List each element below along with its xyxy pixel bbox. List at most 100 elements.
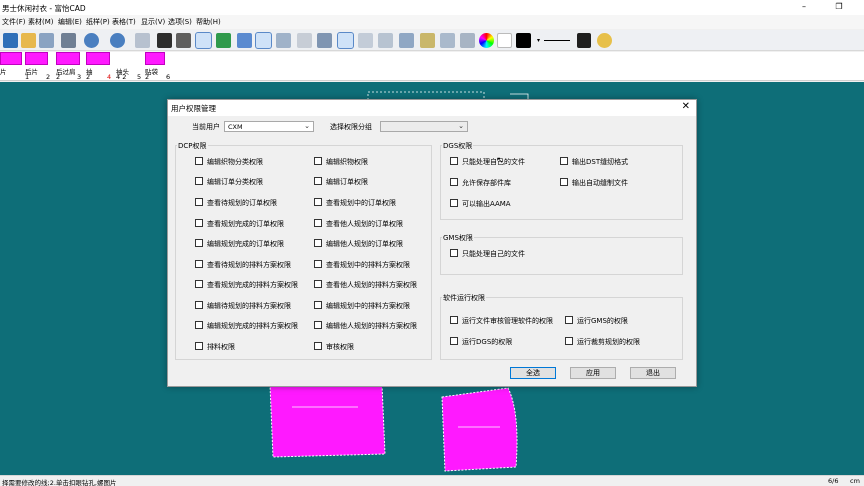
piece-swatch[interactable] bbox=[56, 52, 80, 65]
ruler-icon[interactable] bbox=[276, 33, 291, 48]
current-user-value: CXM bbox=[228, 123, 243, 131]
fold-icon[interactable] bbox=[460, 33, 475, 48]
checkbox-label: 输出自动缝制文件 bbox=[572, 179, 628, 187]
checkbox-label: 编辑待规划的排料方案权限 bbox=[207, 302, 291, 310]
checkbox-label: 查看待规划的订单权限 bbox=[207, 199, 277, 207]
title-bar: 男士休闲衬衣 - 富怡CAD – ❐ bbox=[0, 0, 864, 15]
checkbox-label: 编辑织物权限 bbox=[326, 158, 368, 166]
select-all-button[interactable]: 全选 bbox=[510, 367, 556, 379]
help-icon[interactable] bbox=[597, 33, 612, 48]
exit-button[interactable]: 退出 bbox=[630, 367, 676, 379]
white-swatch-icon[interactable] bbox=[497, 33, 512, 48]
style-icon[interactable] bbox=[216, 33, 231, 48]
measure-icon[interactable] bbox=[135, 33, 150, 48]
piece-count: 4 2 bbox=[116, 73, 127, 81]
menu-options[interactable]: 选项(S) bbox=[168, 17, 192, 27]
software-group-title: 软件运行权限 bbox=[442, 293, 486, 303]
gms-group-title: GMS权限 bbox=[442, 233, 474, 243]
menu-pattern[interactable]: 纸样(P) bbox=[86, 17, 110, 27]
checkbox-label: 查看规划中的排料方案权限 bbox=[326, 261, 410, 269]
apply-button[interactable]: 应用 bbox=[570, 367, 616, 379]
open-file-icon[interactable] bbox=[21, 33, 36, 48]
piece-swatch[interactable] bbox=[0, 52, 22, 65]
unit-indicator: cm bbox=[850, 477, 860, 485]
piece-swatch[interactable] bbox=[86, 52, 110, 65]
new-file-icon[interactable] bbox=[3, 33, 18, 48]
mouse-cursor-icon: ↖ bbox=[496, 156, 504, 166]
pattern-piece-pocket bbox=[441, 387, 518, 472]
color-wheel-icon[interactable] bbox=[479, 33, 494, 48]
toolbar: ▾ bbox=[0, 30, 864, 51]
dimension-icon[interactable] bbox=[317, 33, 332, 48]
status-bar: 择需要修改的线;2.单击扣眼钻孔,螺图片 6/6 cm bbox=[0, 475, 864, 486]
line-style-icon[interactable] bbox=[544, 40, 570, 41]
seam-icon[interactable] bbox=[440, 33, 455, 48]
dgs-group-title: DGS权限 bbox=[442, 141, 474, 151]
checkbox-label: 只能处理自己的文件 bbox=[462, 250, 525, 258]
grid-icon[interactable] bbox=[176, 33, 191, 48]
curve-icon[interactable] bbox=[358, 33, 373, 48]
checkbox-label: 编辑规划完成的排料方案权限 bbox=[207, 322, 298, 330]
piece-icon[interactable] bbox=[420, 33, 435, 48]
grade-icon[interactable] bbox=[378, 33, 393, 48]
piece-count: 2 bbox=[46, 73, 51, 81]
restore-icon[interactable]: ❐ bbox=[825, 0, 853, 15]
black-swatch-icon[interactable] bbox=[516, 33, 531, 48]
checkbox-label: 编辑规划中的排料方案权限 bbox=[326, 302, 410, 310]
close-icon[interactable]: ✕ bbox=[682, 101, 690, 112]
current-user-select[interactable]: CXM ⌄ bbox=[224, 121, 314, 132]
sigma-icon[interactable] bbox=[255, 32, 272, 49]
menu-view[interactable]: 显示(V) bbox=[141, 17, 165, 27]
redo-icon[interactable] bbox=[110, 33, 125, 48]
piece-count: 2 bbox=[56, 73, 61, 81]
checkbox-label: 编辑他人规划的排料方案权限 bbox=[326, 322, 417, 330]
menu-material[interactable]: 素材(M) bbox=[28, 17, 54, 27]
menu-table[interactable]: 表格(T) bbox=[112, 17, 136, 27]
piece-count: 3 bbox=[77, 73, 82, 81]
checkbox-label: 审核权限 bbox=[326, 343, 354, 351]
size-icon[interactable] bbox=[399, 33, 414, 48]
save-icon[interactable] bbox=[39, 33, 54, 48]
checkbox-label: 查看他人规划的排料方案权限 bbox=[326, 281, 417, 289]
page-indicator: 6/6 bbox=[828, 477, 839, 485]
table-icon[interactable] bbox=[157, 33, 172, 48]
menu-file[interactable]: 文件(F) bbox=[2, 17, 26, 27]
group-select-label: 选择权限分组 bbox=[330, 123, 372, 131]
checkbox-label: 编辑织物分类权限 bbox=[207, 158, 263, 166]
undo-icon[interactable] bbox=[84, 33, 99, 48]
piece-count: 2 bbox=[86, 73, 91, 81]
piece-count: 1 bbox=[25, 73, 30, 81]
software-permission-group bbox=[440, 297, 683, 360]
checkbox-label: 查看规划完成的排料方案权限 bbox=[207, 281, 298, 289]
menu-edit[interactable]: 编辑(E) bbox=[58, 17, 82, 27]
pattern-piece-front bbox=[269, 384, 386, 458]
user-permission-dialog: 用户权限管理 ✕ 当前用户 CXM ⌄ 选择权限分组 ⌄ DCP权限 编辑织物分… bbox=[167, 99, 697, 387]
print-icon[interactable] bbox=[61, 33, 76, 48]
pattern-piece-bar: 片 后片 后过肩 袖 袖头 贴袋 1 2 2 3 2 4 4 2 5 2 6 bbox=[0, 52, 864, 81]
line-width-icon[interactable] bbox=[577, 33, 591, 48]
chevron-down-icon: ⌄ bbox=[304, 122, 310, 130]
checkbox-label: 运行DGS的权限 bbox=[462, 338, 513, 346]
checkbox-label: 输出DST缝纫格式 bbox=[572, 158, 629, 166]
checkbox-label: 运行文件审核管理软件的权限 bbox=[462, 317, 553, 325]
checkbox-label: 可以输出AAMA bbox=[462, 200, 511, 208]
checkbox-label: 编辑订单权限 bbox=[326, 178, 368, 186]
checkbox-label: 查看待规划的排料方案权限 bbox=[207, 261, 291, 269]
notch-icon[interactable] bbox=[237, 33, 252, 48]
checkbox-label: 运行裁剪规划的权限 bbox=[577, 338, 640, 346]
piece-swatch[interactable] bbox=[25, 52, 48, 65]
dialog-title-bar: 用户权限管理 ✕ bbox=[168, 100, 696, 116]
minimize-icon[interactable]: – bbox=[790, 0, 818, 15]
checkbox-label: 运行GMS的权限 bbox=[577, 317, 628, 325]
menu-help[interactable]: 帮助(H) bbox=[196, 17, 221, 27]
chart-icon[interactable] bbox=[337, 32, 354, 49]
piece-swatch[interactable] bbox=[145, 52, 165, 65]
layout-icon[interactable] bbox=[195, 32, 212, 49]
pen-icon[interactable] bbox=[297, 33, 312, 48]
checkbox-label: 查看规划中的订单权限 bbox=[326, 199, 396, 207]
checkbox-label: 允许保存部件库 bbox=[462, 179, 511, 187]
piece-count: 5 bbox=[137, 73, 142, 81]
permission-group-select[interactable]: ⌄ bbox=[380, 121, 468, 132]
piece-name: 片 bbox=[0, 68, 7, 76]
dcp-group-title: DCP权限 bbox=[177, 141, 208, 151]
